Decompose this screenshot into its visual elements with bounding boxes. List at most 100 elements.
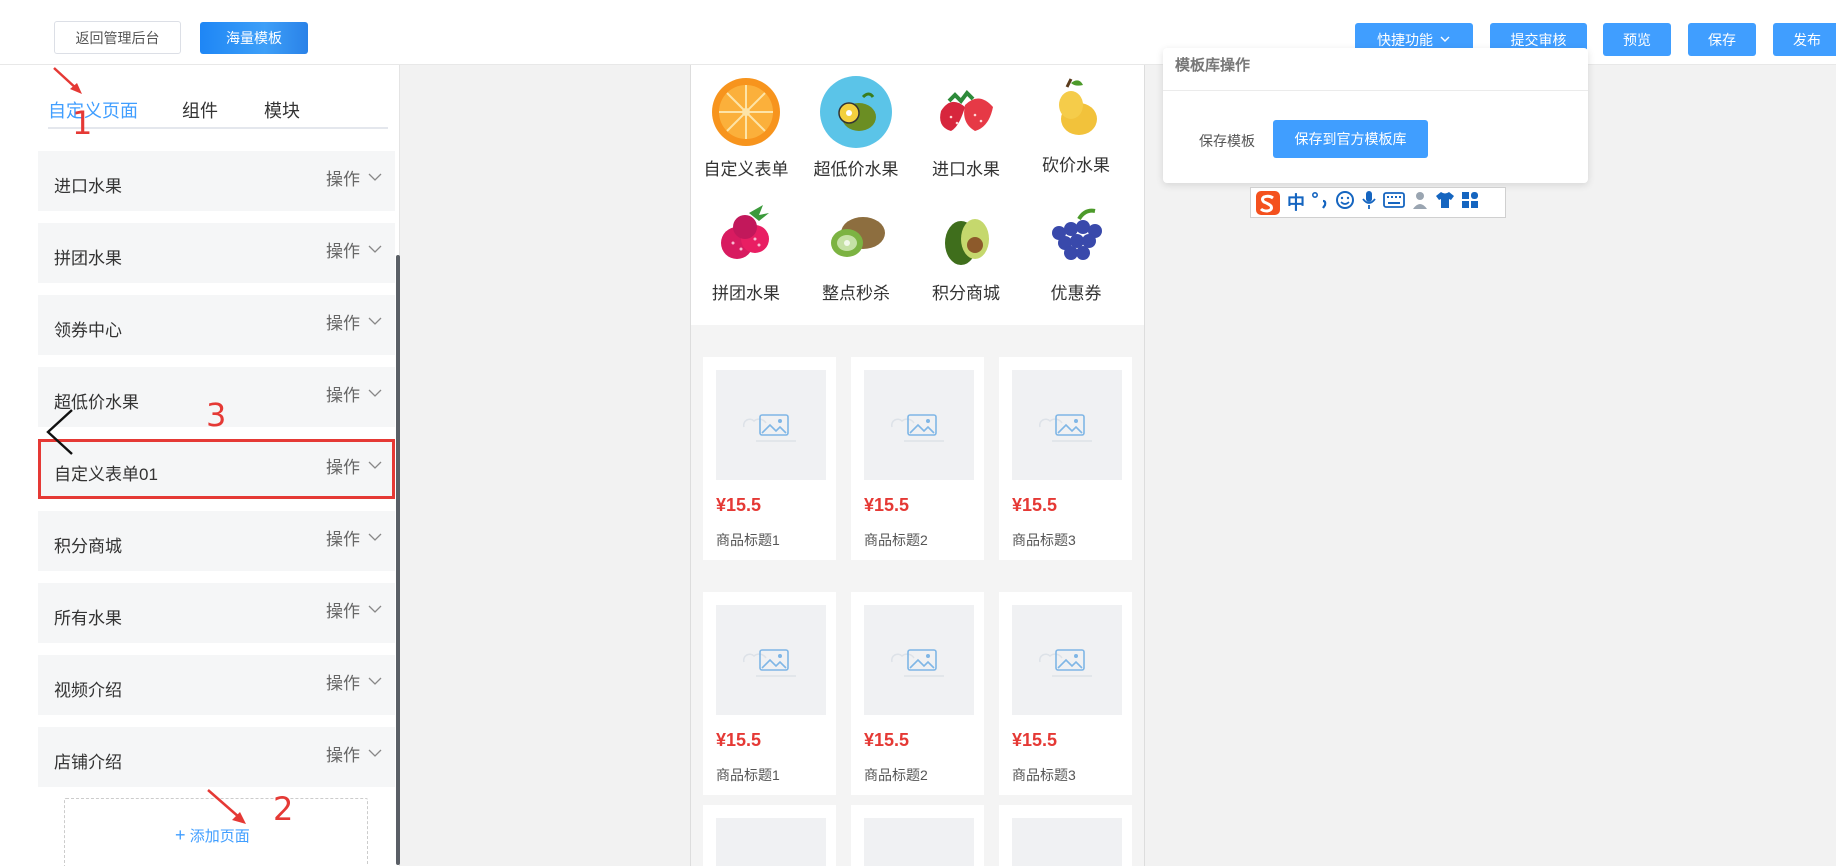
- goods-card[interactable]: ¥15.5 商品标题1: [703, 592, 836, 795]
- page-item-operate[interactable]: 操作: [326, 741, 360, 766]
- page-item[interactable]: 视频介绍 操作: [38, 655, 395, 715]
- chevron-down-icon[interactable]: [368, 457, 382, 473]
- skin-shirt-icon[interactable]: [1435, 191, 1455, 214]
- left-panel: 自定义页面 组件 模块 进口水果 操作 拼团水果 操作 领券中心 操作 超低价水…: [0, 65, 400, 866]
- page-item-operate[interactable]: 操作: [326, 597, 360, 622]
- chevron-down-icon[interactable]: [368, 169, 382, 185]
- massive-templates-button[interactable]: 海量模板: [200, 22, 308, 54]
- add-page-label: 添加页面: [189, 828, 250, 845]
- goods-price: ¥15.5: [1012, 730, 1058, 750]
- chevron-down-icon[interactable]: [368, 313, 382, 329]
- page-item-label: 进口水果: [54, 177, 122, 196]
- page-item[interactable]: 积分商城 操作: [38, 511, 395, 571]
- page-item[interactable]: 拼团水果 操作: [38, 223, 395, 283]
- orange-icon: [709, 75, 783, 149]
- page-item-operate[interactable]: 操作: [326, 165, 360, 190]
- nav-grid: 自定义表单 超低价水果 进口水果 砍价水果 拼团水果 整点秒杀 积分商城 优惠券: [691, 65, 1144, 325]
- image-placeholder-icon: [1012, 818, 1122, 866]
- nav-item[interactable]: 超低价水果: [801, 75, 911, 180]
- page-item-operate[interactable]: 操作: [326, 453, 360, 478]
- nav-item-label: 超低价水果: [813, 160, 899, 179]
- image-placeholder-icon: [864, 605, 974, 715]
- section-divider: [691, 325, 1144, 345]
- chevron-down-icon[interactable]: [368, 745, 382, 761]
- tab-components[interactable]: 组件: [182, 97, 218, 123]
- image-placeholder-icon: [864, 370, 974, 480]
- annotation-number-1: 1: [72, 104, 93, 142]
- nav-item[interactable]: 整点秒杀: [801, 199, 911, 304]
- punctuation-icon[interactable]: [1311, 189, 1329, 216]
- annotation-bracket-3: [46, 409, 73, 455]
- image-placeholder-icon: [1012, 370, 1122, 480]
- chevron-down-icon[interactable]: [368, 601, 382, 617]
- avocado-icon: [929, 199, 1003, 273]
- chevron-down-icon[interactable]: [368, 241, 382, 257]
- template-operations-panel: 模板库操作 保存模板 保存到官方模板库: [1163, 48, 1588, 183]
- goods-card-partial[interactable]: [703, 805, 836, 866]
- page-item[interactable]: 领券中心 操作: [38, 295, 395, 355]
- raspberry-icon: [709, 199, 783, 273]
- goods-card[interactable]: ¥15.5 商品标题3: [999, 357, 1132, 560]
- goods-card[interactable]: ¥15.5 商品标题2: [851, 592, 984, 795]
- back-to-admin-button[interactable]: 返回管理后台: [54, 21, 181, 54]
- chevron-down-icon: [1439, 32, 1451, 48]
- page-item-operate[interactable]: 操作: [326, 669, 360, 694]
- goods-price: ¥15.5: [1012, 495, 1058, 515]
- user-profile-icon[interactable]: [1411, 190, 1429, 215]
- nav-item[interactable]: 进口水果: [911, 75, 1021, 180]
- chevron-down-icon[interactable]: [368, 529, 382, 545]
- goods-card[interactable]: ¥15.5 商品标题1: [703, 357, 836, 560]
- goods-card[interactable]: ¥15.5 商品标题2: [851, 357, 984, 560]
- annotation-arrow-2: [207, 789, 246, 824]
- template-panel-header: 模板库操作: [1175, 57, 1251, 74]
- annotation-arrow-1: [53, 67, 82, 94]
- tab-modules[interactable]: 模块: [264, 97, 300, 123]
- goods-card[interactable]: ¥15.5 商品标题3: [999, 592, 1132, 795]
- page-item-label: 领券中心: [54, 321, 122, 340]
- image-placeholder-icon: [716, 818, 826, 866]
- goods-price: ¥15.5: [864, 730, 910, 750]
- goods-price: ¥15.5: [864, 495, 910, 515]
- image-placeholder-icon: [864, 818, 974, 866]
- goods-title: 商品标题1: [716, 532, 780, 548]
- nav-item[interactable]: 积分商城: [911, 199, 1021, 304]
- save-button[interactable]: 保存: [1688, 23, 1756, 56]
- divider: [1163, 90, 1588, 91]
- microphone-icon[interactable]: [1361, 190, 1377, 215]
- page-item-operate[interactable]: 操作: [326, 525, 360, 550]
- goods-card-partial[interactable]: [851, 805, 984, 866]
- nav-item-label: 砍价水果: [1042, 156, 1110, 175]
- save-template-label: 保存模板: [1199, 133, 1255, 149]
- tab-custom-pages[interactable]: 自定义页面: [48, 97, 138, 123]
- nav-item-label: 优惠券: [1050, 284, 1102, 303]
- chevron-down-icon[interactable]: [368, 385, 382, 401]
- scrollbar[interactable]: [396, 255, 400, 865]
- page-item-label: 视频介绍: [54, 681, 122, 700]
- chevron-down-icon[interactable]: [368, 673, 382, 689]
- page-item[interactable]: 所有水果 操作: [38, 583, 395, 643]
- kiwi-half-icon: [819, 199, 893, 273]
- nav-item[interactable]: 砍价水果: [1021, 71, 1131, 176]
- nav-item[interactable]: 优惠券: [1021, 199, 1131, 304]
- page-item[interactable]: 进口水果 操作: [38, 151, 395, 211]
- page-item-operate[interactable]: 操作: [326, 381, 360, 406]
- nav-item[interactable]: 自定义表单: [691, 75, 801, 180]
- goods-card-partial[interactable]: [999, 805, 1132, 866]
- page-item-selected[interactable]: 自定义表单01 操作: [38, 439, 395, 499]
- preview-button[interactable]: 预览: [1603, 23, 1671, 56]
- chinese-mode-icon[interactable]: 中: [1287, 190, 1305, 216]
- toolbox-grid-icon[interactable]: [1461, 191, 1479, 214]
- goods-price: ¥15.5: [716, 730, 762, 750]
- page-item-operate[interactable]: 操作: [326, 237, 360, 262]
- publish-button[interactable]: 发布: [1773, 23, 1836, 56]
- goods-title: 商品标题1: [716, 767, 780, 783]
- sogou-logo-icon[interactable]: [1255, 190, 1281, 216]
- page-item-operate[interactable]: 操作: [326, 309, 360, 334]
- nav-item[interactable]: 拼团水果: [691, 199, 801, 304]
- grape-icon: [1039, 199, 1113, 273]
- emoji-icon[interactable]: [1335, 190, 1355, 215]
- save-to-official-library-button[interactable]: 保存到官方模板库: [1273, 120, 1428, 158]
- plus-icon: +: [175, 825, 186, 845]
- page-item[interactable]: 店铺介绍 操作: [38, 727, 395, 787]
- keyboard-icon[interactable]: [1383, 192, 1405, 213]
